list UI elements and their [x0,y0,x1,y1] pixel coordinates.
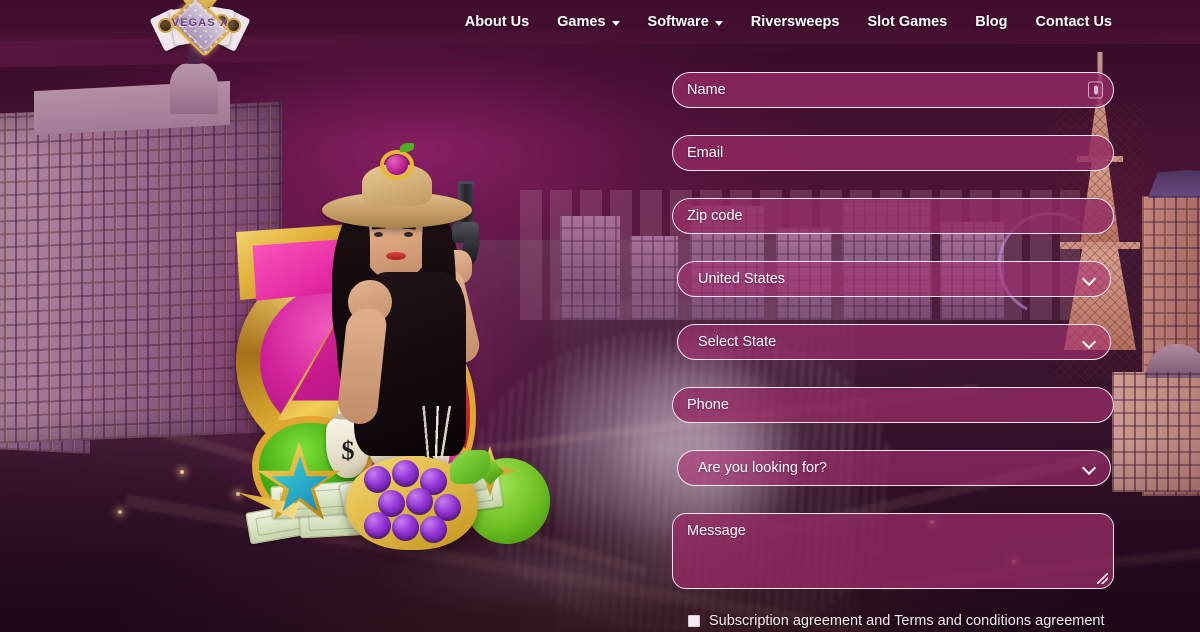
agreement-checkbox[interactable] [688,615,700,627]
bellagio-cupola [170,48,218,114]
chevron-down-icon [1084,274,1094,284]
name-input[interactable]: Name [672,72,1114,108]
name-placeholder: Name [687,82,726,98]
nav-label: Software [647,14,709,30]
promo-model [306,140,506,530]
phone-input[interactable]: Phone [672,387,1114,423]
message-textarea[interactable]: Message [672,513,1114,589]
zip-code-placeholder: Zip code [687,208,743,224]
looking-for-select[interactable]: Are you looking for? [677,450,1111,486]
nav-label: Contact Us [1035,14,1112,30]
caret-down-icon [611,20,620,26]
nav-label: Riversweeps [750,14,840,30]
agreement-row: Subscription agreement and Terms and con… [688,613,1105,629]
contact-form: Name Email Zip code United States Select… [672,72,1114,616]
street-light [118,510,122,514]
state-selected-value: Select State [698,334,777,350]
nav-label: Slot Games [867,14,948,30]
straw-hat [322,143,472,228]
bag-drawstrings [410,406,466,458]
hero-artwork: $ $ $ [178,120,578,580]
autofill-key-icon[interactable] [1088,81,1103,99]
zip-code-input[interactable]: Zip code [672,198,1114,234]
resize-grip-icon[interactable] [1097,573,1108,584]
nav-item-riversweeps[interactable]: Riversweeps [737,0,854,44]
chevron-down-icon [1084,463,1094,473]
main-navigation: About Us Games Software Riversweeps Slot… [0,0,1200,44]
nav-item-software[interactable]: Software [634,0,737,44]
state-select[interactable]: Select State [677,324,1111,360]
country-selected-value: United States [698,271,786,287]
nav-label: Blog [975,14,1008,30]
caret-down-icon [714,20,723,26]
agreement-label: Subscription agreement and Terms and con… [709,613,1105,629]
nav-item-about-us[interactable]: About Us [451,0,543,44]
nav-item-games[interactable]: Games [543,0,633,44]
nav-item-contact-us[interactable]: Contact Us [1021,0,1126,44]
looking-for-selected-value: Are you looking for? [698,460,827,476]
chevron-down-icon [1084,337,1094,347]
page-stage: $ $ $ [0,0,1200,632]
plum-hat-ornament [380,143,414,180]
phone-placeholder: Phone [687,397,729,413]
nav-label: Games [557,14,606,30]
email-input[interactable]: Email [672,135,1114,171]
nav-item-blog[interactable]: Blog [961,0,1021,44]
nav-item-slot-games[interactable]: Slot Games [853,0,961,44]
message-placeholder: Message [687,523,746,539]
domed-building [1112,344,1200,492]
email-placeholder: Email [687,145,724,161]
nav-label: About Us [464,14,530,30]
country-select[interactable]: United States [677,261,1111,297]
